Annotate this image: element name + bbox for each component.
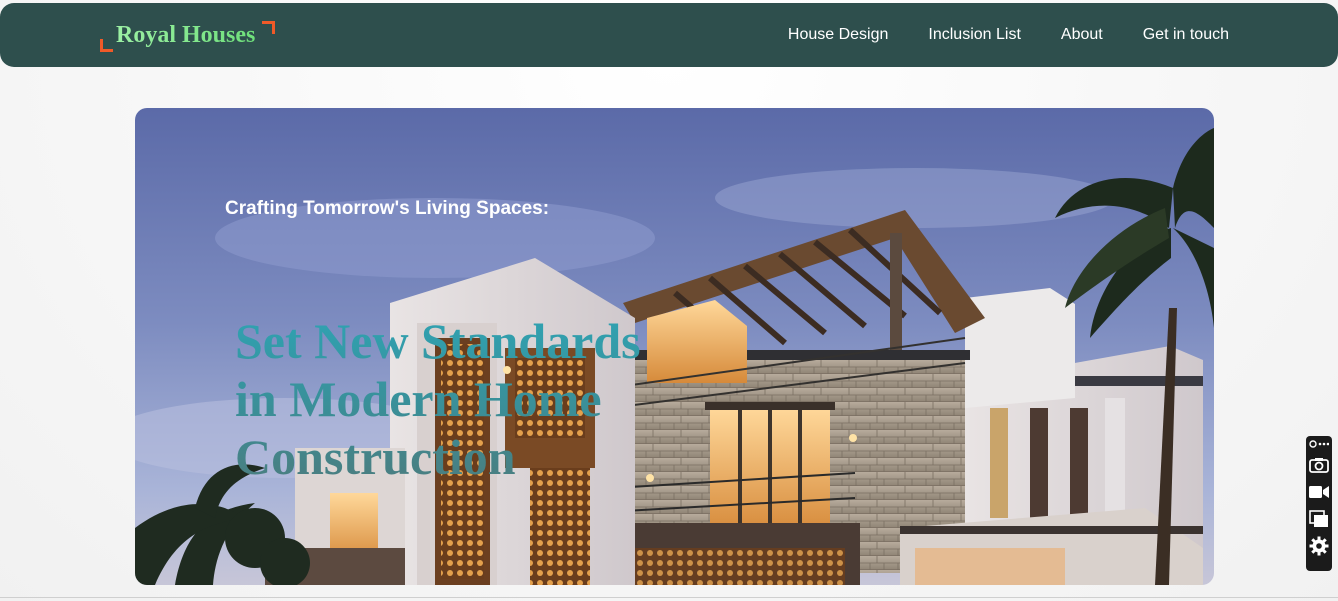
link-more-icon[interactable] (1308, 437, 1330, 451)
logo-bracket-left-icon (100, 39, 113, 52)
hero-tagline: Crafting Tomorrow's Living Spaces: (225, 198, 550, 219)
brand-logo[interactable]: Royal Houses (98, 21, 278, 53)
top-navigation-bar: Royal Houses House Design Inclusion List… (0, 3, 1338, 67)
hero-banner: Crafting Tomorrow's Living Spaces: Set N… (135, 108, 1214, 585)
layers-icon[interactable] (1308, 508, 1330, 530)
nav-link-about[interactable]: About (1061, 26, 1103, 44)
floating-toolbar (1306, 436, 1332, 571)
video-camera-icon[interactable] (1308, 481, 1330, 503)
nav-link-house-design[interactable]: House Design (788, 26, 889, 44)
brand-name: Royal Houses (116, 22, 256, 48)
nav-links: House Design Inclusion List About Get in… (788, 3, 1229, 67)
gear-icon[interactable] (1308, 535, 1330, 557)
nav-link-get-in-touch[interactable]: Get in touch (1143, 26, 1229, 44)
nav-link-inclusion-list[interactable]: Inclusion List (928, 26, 1021, 44)
logo-bracket-right-icon (262, 21, 275, 34)
camera-icon[interactable] (1308, 454, 1330, 476)
page-divider (0, 597, 1338, 598)
hero-heading: Set New Standards in Modern Home Constru… (235, 312, 675, 486)
